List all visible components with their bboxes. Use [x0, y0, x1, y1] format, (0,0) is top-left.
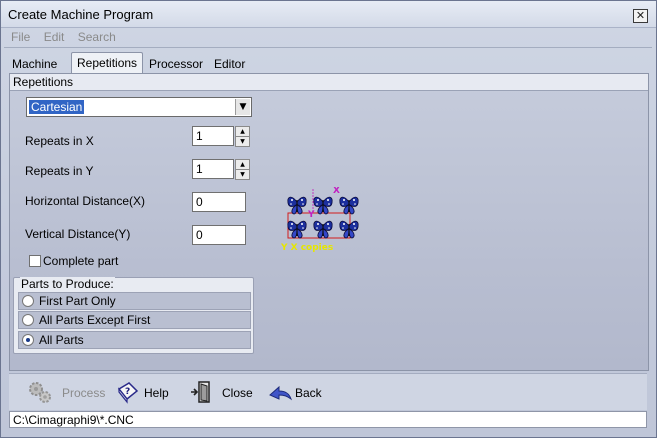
spin-down-icon[interactable]: ▼: [235, 136, 250, 147]
complete-part-label: Complete part: [43, 254, 119, 268]
back-arrow-icon: [269, 385, 292, 401]
menu-bar: File Edit Search: [7, 28, 122, 46]
help-book-icon: ?: [117, 382, 139, 404]
gears-icon: [29, 382, 51, 403]
radio-first-part-only[interactable]: First Part Only: [18, 292, 251, 310]
radio-icon[interactable]: [22, 314, 34, 326]
horizontal-distance-input[interactable]: 0: [192, 192, 246, 212]
spin-down-icon[interactable]: ▼: [235, 169, 250, 180]
create-machine-program-window: Create Machine Program ✕ File Edit Searc…: [0, 0, 657, 438]
back-button[interactable]: Back: [267, 379, 327, 405]
close-window-button[interactable]: ✕: [633, 9, 648, 23]
radio-label: First Part Only: [39, 294, 116, 308]
radio-icon[interactable]: [22, 295, 34, 307]
preview-x-label: X: [333, 187, 340, 196]
panel-header: Repetitions: [10, 74, 648, 91]
radio-all-parts-except-first[interactable]: All Parts Except First: [18, 311, 251, 329]
parts-to-produce-legend: Parts to Produce:: [20, 277, 115, 291]
repetition-mode-value: Cartesian: [29, 100, 85, 114]
radio-label: All Parts: [39, 333, 84, 347]
back-label: Back: [295, 386, 322, 400]
tab-processor[interactable]: Processor: [144, 55, 208, 73]
output-path-field[interactable]: C:\Cimagraphi9\*.CNC: [9, 411, 647, 428]
process-button[interactable]: Process: [27, 379, 107, 405]
complete-part-checkbox[interactable]: [29, 255, 41, 267]
menu-search[interactable]: Search: [78, 28, 116, 46]
repeats-y-input[interactable]: 1: [192, 159, 234, 179]
process-label: Process: [62, 386, 106, 400]
tab-machine[interactable]: Machine: [7, 55, 62, 73]
radio-all-parts[interactable]: All Parts: [18, 331, 251, 349]
preview-y-label: Y: [307, 210, 315, 220]
repeats-x-label: Repeats in X: [25, 134, 94, 148]
exit-door-icon: [191, 381, 210, 403]
repeats-y-label: Repeats in Y: [25, 164, 94, 178]
command-bar: Process ? Help Close Back: [9, 373, 647, 410]
menu-divider: [4, 47, 652, 48]
panel-title: Repetitions: [13, 75, 74, 89]
repeats-x-input[interactable]: 1: [192, 126, 234, 146]
menu-file[interactable]: File: [11, 28, 30, 46]
repetition-mode-select[interactable]: Cartesian ▼: [26, 97, 252, 117]
tab-repetitions[interactable]: Repetitions: [71, 52, 144, 74]
title-bar: Create Machine Program ✕: [1, 1, 656, 28]
parts-to-produce-group: Parts to Produce: First Part Only All Pa…: [13, 277, 254, 354]
menu-edit[interactable]: Edit: [44, 28, 65, 46]
repetition-preview: X Y Y X copies: [279, 186, 369, 258]
close-button[interactable]: Close: [189, 379, 255, 405]
repeats-y-stepper[interactable]: 1 ▲ ▼: [192, 159, 250, 180]
vertical-distance-label: Vertical Distance(Y): [25, 227, 131, 241]
help-label: Help: [144, 386, 169, 400]
preview-caption: Y X copies: [280, 243, 333, 253]
radio-selected-icon[interactable]: [22, 334, 34, 346]
horizontal-distance-label: Horizontal Distance(X): [25, 194, 146, 208]
help-button[interactable]: ? Help: [115, 379, 175, 405]
svg-text:?: ?: [125, 387, 130, 397]
repeats-x-stepper[interactable]: 1 ▲ ▼: [192, 126, 250, 147]
radio-label: All Parts Except First: [39, 313, 151, 327]
chevron-down-icon[interactable]: ▼: [235, 99, 250, 115]
butterfly-grid-preview: X Y Y X copies: [280, 186, 359, 253]
close-label: Close: [222, 386, 253, 400]
vertical-distance-input[interactable]: 0: [192, 225, 246, 245]
window-title: Create Machine Program: [8, 7, 154, 22]
tab-editor[interactable]: Editor: [209, 55, 250, 73]
